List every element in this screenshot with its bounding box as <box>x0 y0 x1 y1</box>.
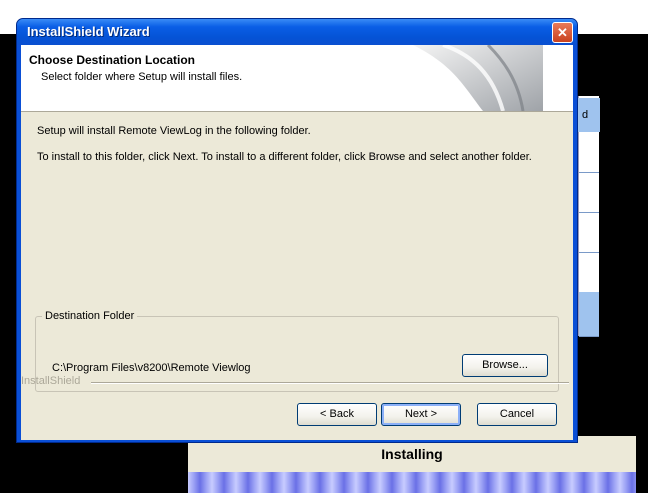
separator-line <box>91 382 569 384</box>
browse-button[interactable]: Browse... <box>462 354 548 377</box>
title-bar[interactable]: InstallShield Wizard ✕ <box>17 19 577 45</box>
destination-folder-group: Destination Folder C:\Program Files\v820… <box>35 310 559 392</box>
background-text-fragment: wi <box>2 14 11 23</box>
background-list-cell <box>579 132 599 173</box>
background-column-header: d <box>578 98 600 132</box>
background-list-cell <box>579 292 599 337</box>
installshield-brand: InstallShield <box>21 375 81 387</box>
install-info-text: Setup will install Remote ViewLog in the… <box>37 125 311 137</box>
page-title: Choose Destination Location <box>29 53 196 67</box>
wizard-banner-graphic <box>413 45 543 111</box>
dialog-client-area: Choose Destination Location Select folde… <box>21 45 573 440</box>
page-subtitle: Select folder where Setup will install f… <box>41 71 243 83</box>
back-button[interactable]: < Back <box>297 403 377 426</box>
desktop-strip <box>0 0 648 10</box>
background-list-panel <box>578 96 599 337</box>
group-label: Destination Folder <box>42 310 138 322</box>
cancel-button[interactable]: Cancel <box>477 403 557 426</box>
instructions-text: To install to this folder, click Next. T… <box>37 151 532 163</box>
installshield-dialog: InstallShield Wizard ✕ Choose Destinatio… <box>16 18 578 443</box>
background-list-cell <box>579 252 599 293</box>
window-title: InstallShield Wizard <box>27 24 150 39</box>
destination-path: C:\Program Files\v8200\Remote Viewlog <box>52 362 251 374</box>
background-list-cell <box>579 212 599 253</box>
close-button[interactable]: ✕ <box>552 22 573 43</box>
install-progress-bar <box>188 472 636 493</box>
close-icon: ✕ <box>557 25 568 40</box>
header-panel: Choose Destination Location Select folde… <box>21 45 573 112</box>
next-button[interactable]: Next > <box>381 403 461 426</box>
background-list-cell <box>579 172 599 213</box>
